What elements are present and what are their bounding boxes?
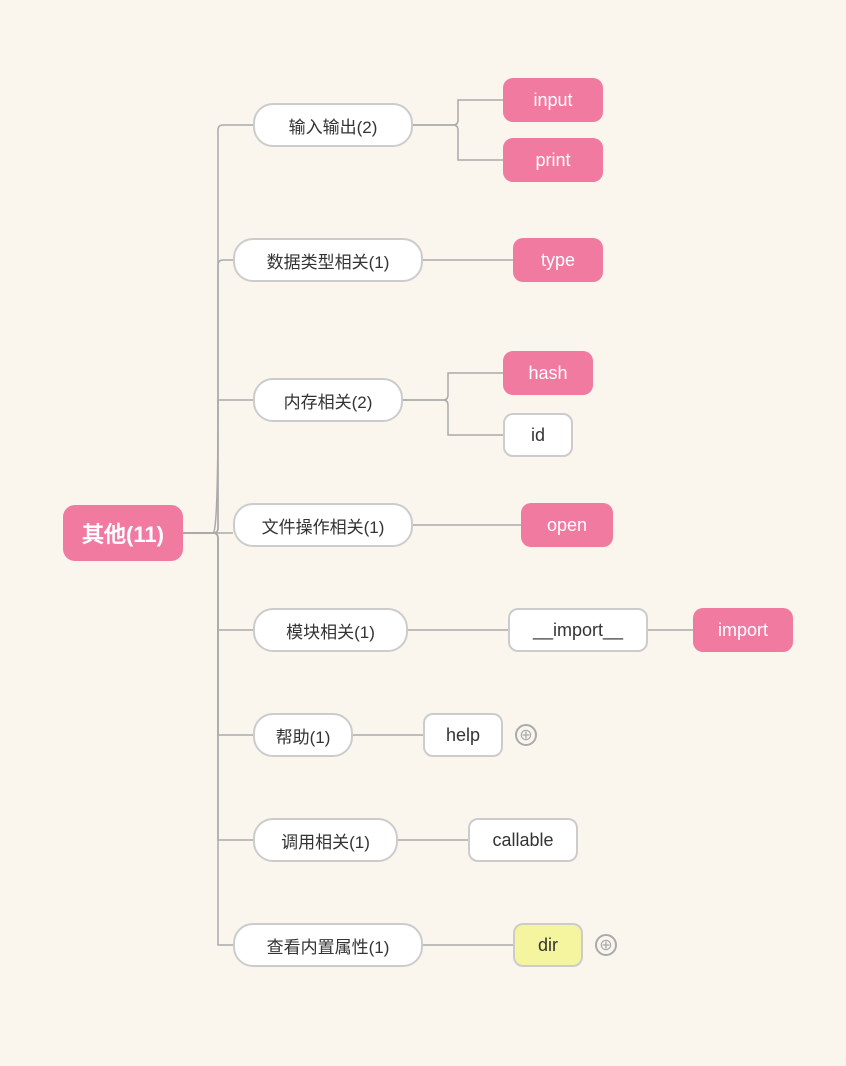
leaf-import-dunder-label: __import__ xyxy=(533,620,623,641)
cat-dir-label: 查看内置属性(1) xyxy=(267,933,390,958)
cat-io-label: 输入输出(2) xyxy=(289,113,378,138)
leaf-input-label: input xyxy=(533,90,572,111)
root-node[interactable]: 其他(11) xyxy=(63,505,183,561)
category-help[interactable]: 帮助(1) xyxy=(253,713,353,757)
expand-help-icon[interactable]: ⊕ xyxy=(515,724,537,746)
leaf-open-label: open xyxy=(547,515,587,536)
category-mem[interactable]: 内存相关(2) xyxy=(253,378,403,422)
cat-help-label: 帮助(1) xyxy=(276,723,331,748)
category-module[interactable]: 模块相关(1) xyxy=(253,608,408,652)
cat-mem-label: 内存相关(2) xyxy=(284,388,373,413)
leaf-import-label: import xyxy=(718,620,768,641)
leaf-print[interactable]: print xyxy=(503,138,603,182)
category-dir[interactable]: 查看内置属性(1) xyxy=(233,923,423,967)
leaf-id-label: id xyxy=(531,425,545,446)
leaf-type-label: type xyxy=(541,250,575,271)
leaf-help[interactable]: help xyxy=(423,713,503,757)
root-label: 其他(11) xyxy=(82,517,164,549)
category-io[interactable]: 输入输出(2) xyxy=(253,103,413,147)
category-type[interactable]: 数据类型相关(1) xyxy=(233,238,423,282)
category-callable[interactable]: 调用相关(1) xyxy=(253,818,398,862)
leaf-hash-label: hash xyxy=(528,363,567,384)
cat-file-label: 文件操作相关(1) xyxy=(262,513,385,538)
leaf-import[interactable]: import xyxy=(693,608,793,652)
leaf-open[interactable]: open xyxy=(521,503,613,547)
cat-callable-label: 调用相关(1) xyxy=(281,828,370,853)
leaf-callable-label: callable xyxy=(492,830,553,851)
leaf-import-dunder[interactable]: __import__ xyxy=(508,608,648,652)
leaf-dir-label: dir xyxy=(538,935,558,956)
leaf-help-label: help xyxy=(446,725,480,746)
mind-map: 其他(11) 输入输出(2) 数据类型相关(1) 内存相关(2) 文件操作相关(… xyxy=(33,23,813,1043)
leaf-input[interactable]: input xyxy=(503,78,603,122)
expand-dir-icon[interactable]: ⊕ xyxy=(595,934,617,956)
leaf-type[interactable]: type xyxy=(513,238,603,282)
leaf-callable[interactable]: callable xyxy=(468,818,578,862)
cat-type-label: 数据类型相关(1) xyxy=(267,248,390,273)
leaf-print-label: print xyxy=(535,150,570,171)
category-file[interactable]: 文件操作相关(1) xyxy=(233,503,413,547)
leaf-hash[interactable]: hash xyxy=(503,351,593,395)
leaf-id[interactable]: id xyxy=(503,413,573,457)
cat-module-label: 模块相关(1) xyxy=(286,618,375,643)
leaf-dir[interactable]: dir xyxy=(513,923,583,967)
